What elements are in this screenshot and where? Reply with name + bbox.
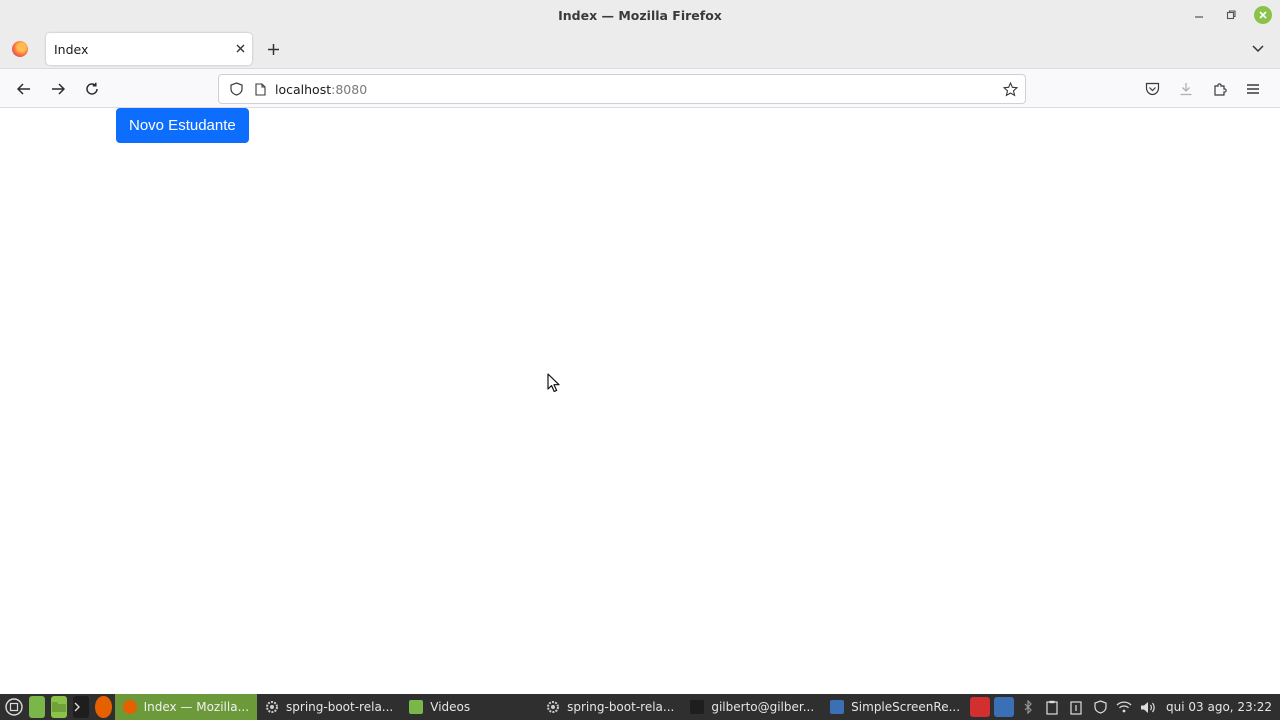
minimize-button[interactable]	[1190, 6, 1208, 24]
plus-icon	[267, 43, 279, 55]
clock[interactable]: qui 03 ago, 23:22	[1160, 700, 1280, 714]
menu-icon[interactable]	[5, 696, 23, 718]
new-student-button[interactable]: Novo Estudante	[116, 108, 249, 143]
minimize-icon	[1195, 16, 1203, 18]
url-host: localhost	[275, 81, 332, 97]
close-icon	[1259, 11, 1267, 19]
browser-window: Index — Mozilla Firefox Index localhost …	[0, 0, 1280, 694]
task-label: Videos	[430, 700, 471, 714]
download-icon	[1180, 83, 1192, 96]
tab-close-button[interactable]	[228, 42, 252, 57]
star-icon	[1002, 81, 1018, 97]
system-tray: qui 03 ago, 23:22	[968, 694, 1280, 720]
close-icon	[236, 44, 244, 52]
url-port: :8080	[331, 81, 368, 97]
task-spring-boot-2[interactable]: spring-boot-rela...	[538, 694, 682, 720]
volume-icon[interactable]	[1138, 697, 1158, 717]
task-terminal[interactable]: gilberto@gilber...	[682, 694, 822, 720]
bluetooth-icon[interactable]	[1018, 697, 1038, 717]
url-bar[interactable]: localhost:8080	[218, 74, 1026, 104]
extensions-button[interactable]	[1209, 78, 1231, 100]
new-tab-button[interactable]	[262, 38, 284, 60]
update-icon[interactable]	[1066, 697, 1086, 717]
terminal-icon	[690, 700, 705, 714]
firefox-launcher-icon[interactable]	[95, 696, 112, 718]
page-info-icon[interactable]	[251, 80, 269, 98]
tab-index[interactable]: Index	[46, 33, 252, 65]
app-menu-button[interactable]	[1242, 78, 1264, 100]
screen-recorder-tray-icon[interactable]	[994, 697, 1015, 717]
pocket-button[interactable]	[1141, 78, 1163, 100]
tab-label: Index	[54, 41, 89, 57]
restore-icon	[1226, 10, 1236, 20]
hamburger-icon	[1247, 84, 1259, 94]
task-videos[interactable]: Videos	[401, 694, 478, 720]
task-label: gilberto@gilber...	[711, 700, 815, 714]
window-title: Index — Mozilla Firefox	[558, 7, 722, 23]
tab-strip: Index	[0, 30, 1280, 68]
folder-icon	[409, 700, 424, 714]
chevron-down-icon	[1252, 45, 1264, 53]
camera-icon	[830, 700, 845, 714]
task-firefox[interactable]: Index — Mozilla...	[114, 694, 258, 720]
gear-icon	[546, 700, 560, 714]
files-icon[interactable]	[51, 696, 68, 718]
close-window-button[interactable]	[1254, 6, 1272, 24]
reload-button[interactable]	[80, 77, 104, 101]
tracking-protection-icon[interactable]	[227, 80, 245, 98]
bookmark-star-button[interactable]	[1001, 80, 1019, 98]
maximize-button[interactable]	[1222, 6, 1240, 24]
task-label: Index — Mozilla...	[143, 700, 250, 714]
back-button[interactable]	[12, 77, 36, 101]
task-label: spring-boot-rela...	[567, 700, 675, 714]
navigation-toolbar: localhost:8080	[0, 68, 1280, 108]
clipboard-icon[interactable]	[1042, 697, 1062, 717]
gear-icon	[265, 700, 279, 714]
task-label: spring-boot-rela...	[286, 700, 394, 714]
arrow-left-icon	[17, 83, 30, 95]
wifi-icon[interactable]	[1114, 697, 1134, 717]
downloads-button[interactable]	[1175, 78, 1197, 100]
page-content: Novo Estudante	[0, 108, 1280, 694]
title-bar: Index — Mozilla Firefox	[0, 0, 1280, 30]
forward-button[interactable]	[46, 77, 70, 101]
firefox-view-icon[interactable]	[12, 41, 28, 57]
window-controls	[1190, 4, 1272, 26]
taskbar: Index — Mozilla... spring-boot-rela... V…	[0, 694, 1280, 720]
show-desktop-icon[interactable]	[29, 696, 46, 718]
task-spring-boot-1[interactable]: spring-boot-rela...	[257, 694, 401, 720]
arrow-right-icon	[52, 83, 65, 95]
shield-icon[interactable]	[1090, 697, 1110, 717]
puzzle-icon	[1213, 82, 1227, 96]
task-simplescreenrecorder[interactable]: SimpleScreenRe...	[822, 694, 968, 720]
reload-icon	[86, 82, 98, 95]
mouse-pointer-icon	[547, 373, 560, 393]
task-label: SimpleScreenRe...	[851, 700, 961, 714]
terminal-icon[interactable]	[73, 696, 90, 718]
list-all-tabs-button[interactable]	[1248, 39, 1268, 59]
firefox-icon	[122, 700, 137, 714]
pocket-icon	[1145, 82, 1159, 96]
app-tray-icon[interactable]	[970, 697, 991, 717]
